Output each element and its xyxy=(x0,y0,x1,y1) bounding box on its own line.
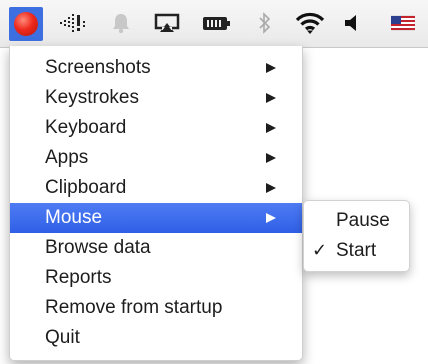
menu-item-label: Clipboard xyxy=(45,177,127,198)
activity-monitor-icon[interactable] xyxy=(58,0,92,46)
menu-item-screenshots[interactable]: Screenshots xyxy=(10,53,302,83)
app-status-icon[interactable] xyxy=(9,7,43,41)
us-flag-icon[interactable] xyxy=(388,0,418,46)
volume-icon[interactable] xyxy=(339,0,363,46)
mouse-submenu: Pause ✓ Start xyxy=(303,200,410,272)
menu-item-label: Browse data xyxy=(45,237,151,258)
menu-item-keystrokes[interactable]: Keystrokes xyxy=(10,83,302,113)
submenu-arrow-icon xyxy=(266,153,276,163)
dropdown-menu: Screenshots Keystrokes Keyboard Apps Cli… xyxy=(9,46,303,361)
menu-item-label: Keystrokes xyxy=(45,87,139,108)
menu-item-mouse[interactable]: Mouse xyxy=(10,203,302,233)
menu-item-reports[interactable]: Reports xyxy=(10,263,302,293)
submenu-item-start[interactable]: ✓ Start xyxy=(304,236,409,266)
submenu-arrow-icon xyxy=(266,183,276,193)
red-circle-icon xyxy=(14,12,38,36)
menu-item-label: Keyboard xyxy=(45,117,127,138)
menu-item-browse-data[interactable]: Browse data xyxy=(10,233,302,263)
menu-item-keyboard[interactable]: Keyboard xyxy=(10,113,302,143)
submenu-arrow-icon xyxy=(266,213,276,223)
menu-item-clipboard[interactable]: Clipboard xyxy=(10,173,302,203)
submenu-item-label: Start xyxy=(336,240,377,261)
menu-item-apps[interactable]: Apps xyxy=(10,143,302,173)
submenu-arrow-icon xyxy=(266,93,276,103)
battery-icon[interactable] xyxy=(200,0,234,46)
menu-item-label: Reports xyxy=(45,267,112,288)
submenu-item-pause[interactable]: Pause xyxy=(304,206,409,236)
airplay-icon[interactable] xyxy=(150,0,184,46)
menu-item-label: Remove from startup xyxy=(45,297,223,318)
bluetooth-icon[interactable] xyxy=(253,0,277,46)
menu-item-label: Screenshots xyxy=(45,57,151,78)
checkmark-icon: ✓ xyxy=(312,240,328,261)
submenu-arrow-icon xyxy=(266,123,276,133)
menu-bar xyxy=(0,0,428,48)
notification-bell-icon[interactable] xyxy=(106,0,136,46)
wifi-icon[interactable] xyxy=(292,0,328,46)
menu-item-label: Apps xyxy=(45,147,89,168)
submenu-arrow-icon xyxy=(266,63,276,73)
submenu-item-label: Pause xyxy=(336,210,390,231)
menu-item-label: Mouse xyxy=(45,207,103,228)
menu-item-quit[interactable]: Quit xyxy=(10,323,302,353)
menu-item-label: Quit xyxy=(45,327,80,348)
menu-item-remove-from-startup[interactable]: Remove from startup xyxy=(10,293,302,323)
